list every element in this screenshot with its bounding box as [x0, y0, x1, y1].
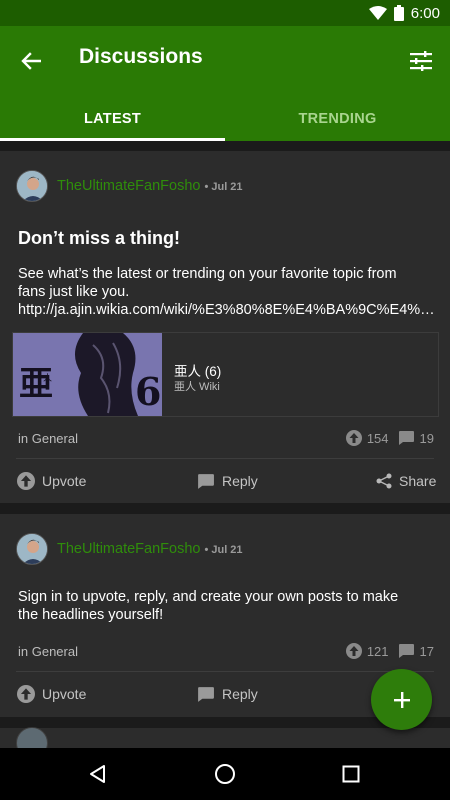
- author-name[interactable]: TheUltimateFanFosho: [57, 541, 200, 557]
- avatar[interactable]: [16, 533, 48, 565]
- system-nav-bar: [0, 748, 450, 800]
- post-meta-row: in General 121 17: [18, 641, 434, 661]
- post-actions: Upvote Reply Share: [0, 466, 450, 496]
- reply-count: 19: [397, 430, 434, 446]
- upvote-button[interactable]: Upvote: [17, 466, 86, 496]
- upvote-count: 121: [345, 643, 389, 659]
- post-date: • Jul 21: [204, 544, 243, 556]
- post-body: Sign in to upvote, reply, and create you…: [18, 588, 438, 624]
- post-counts: 154 19: [345, 430, 434, 446]
- avatar[interactable]: [16, 170, 48, 202]
- nav-home-button[interactable]: [211, 760, 239, 788]
- plus-icon: [393, 691, 410, 708]
- app-bar: Discussions LATEST TRENDING: [0, 26, 450, 141]
- battery-icon: [393, 5, 404, 21]
- post-category[interactable]: in General: [18, 431, 78, 446]
- comment-icon: [198, 473, 214, 489]
- post-body: See what’s the latest or trending on you…: [18, 265, 438, 319]
- link-site: 亜人 Wiki: [174, 381, 220, 393]
- nav-back-button[interactable]: [84, 760, 112, 788]
- post-date: • Jul 21: [204, 181, 243, 193]
- arrow-back-icon: [21, 52, 41, 70]
- upvote-count-value: 154: [366, 430, 389, 446]
- filter-button[interactable]: [404, 44, 438, 78]
- author-name[interactable]: TheUltimateFanFosho: [57, 178, 200, 194]
- post-link[interactable]: http://ja.ajin.wikia.com/wiki/%E3%80%8E%…: [18, 301, 438, 319]
- post-body-line: the headlines yourself!: [18, 607, 164, 623]
- tune-icon: [410, 51, 432, 71]
- reply-label: Reply: [222, 473, 258, 489]
- tab-trending-label: TRENDING: [298, 110, 377, 127]
- tab-latest-label: LATEST: [83, 110, 142, 127]
- upvote-button[interactable]: Upvote: [17, 679, 86, 709]
- new-post-button[interactable]: [371, 669, 432, 730]
- post-body-line: fans just like you.: [18, 284, 130, 300]
- share-label: Share: [399, 473, 437, 489]
- link-title: 亜人 (6): [174, 364, 222, 379]
- status-time: 6:00: [410, 4, 440, 22]
- divider: [16, 458, 434, 459]
- reply-count: 17: [397, 643, 434, 659]
- share-icon: [376, 473, 392, 489]
- avatar[interactable]: [16, 727, 48, 748]
- post-card[interactable]: [0, 727, 450, 748]
- reply-label: Reply: [222, 686, 258, 702]
- author-row: TheUltimateFanFosho • Jul 21: [57, 178, 243, 194]
- divider: [16, 671, 434, 672]
- reply-count-value: 17: [419, 643, 434, 659]
- nav-back-icon: [90, 765, 105, 783]
- post-category[interactable]: in General: [18, 644, 78, 659]
- nav-recents-icon: [342, 765, 360, 783]
- nav-recents-button[interactable]: [337, 760, 365, 788]
- wifi-icon: [368, 6, 387, 20]
- upvote-count: 154: [345, 430, 389, 446]
- page-title: Discussions: [79, 45, 203, 68]
- status-icons: 6:00: [368, 4, 440, 22]
- comment-icon: [398, 431, 414, 445]
- comment-icon: [198, 686, 214, 702]
- status-bar: 6:00: [0, 0, 450, 26]
- reply-button[interactable]: Reply: [196, 466, 258, 496]
- back-button[interactable]: [14, 44, 48, 78]
- share-button[interactable]: Share: [376, 466, 436, 496]
- upvote-label: Upvote: [42, 686, 87, 702]
- link-preview-card[interactable]: 亜 人 6 亜人 (6) 亜人 Wiki: [12, 332, 439, 417]
- post-body-line: See what’s the latest or trending on you…: [18, 266, 397, 282]
- post-meta-row: in General 154 19: [18, 428, 434, 448]
- upvote-icon: [17, 472, 35, 490]
- thumbnail-logo-text: 亜: [19, 364, 53, 404]
- post-title: Don’t miss a thing!: [18, 228, 180, 248]
- tab-trending[interactable]: TRENDING: [225, 96, 450, 141]
- post-counts: 121 17: [345, 643, 434, 659]
- tab-latest[interactable]: LATEST: [0, 96, 225, 141]
- discussion-feed[interactable]: TheUltimateFanFosho • Jul 21 Don’t miss …: [0, 141, 450, 748]
- post-card[interactable]: TheUltimateFanFosho • Jul 21 Don’t miss …: [0, 151, 450, 503]
- svg-text:6: 6: [135, 369, 161, 414]
- upvote-icon: [345, 643, 362, 659]
- upvote-label: Upvote: [42, 473, 87, 489]
- comment-icon: [398, 644, 414, 658]
- nav-home-icon: [215, 764, 235, 784]
- upvote-icon: [17, 685, 35, 703]
- author-row: TheUltimateFanFosho • Jul 21: [57, 541, 243, 557]
- post-body-line: Sign in to upvote, reply, and create you…: [18, 589, 399, 605]
- reply-button[interactable]: Reply: [196, 679, 258, 709]
- link-thumbnail: 亜 人 6: [13, 333, 162, 416]
- svg-text:人: 人: [43, 373, 52, 384]
- tab-bar: LATEST TRENDING: [0, 96, 450, 141]
- upvote-icon: [345, 430, 362, 446]
- upvote-count-value: 121: [366, 643, 389, 659]
- reply-count-value: 19: [419, 430, 434, 446]
